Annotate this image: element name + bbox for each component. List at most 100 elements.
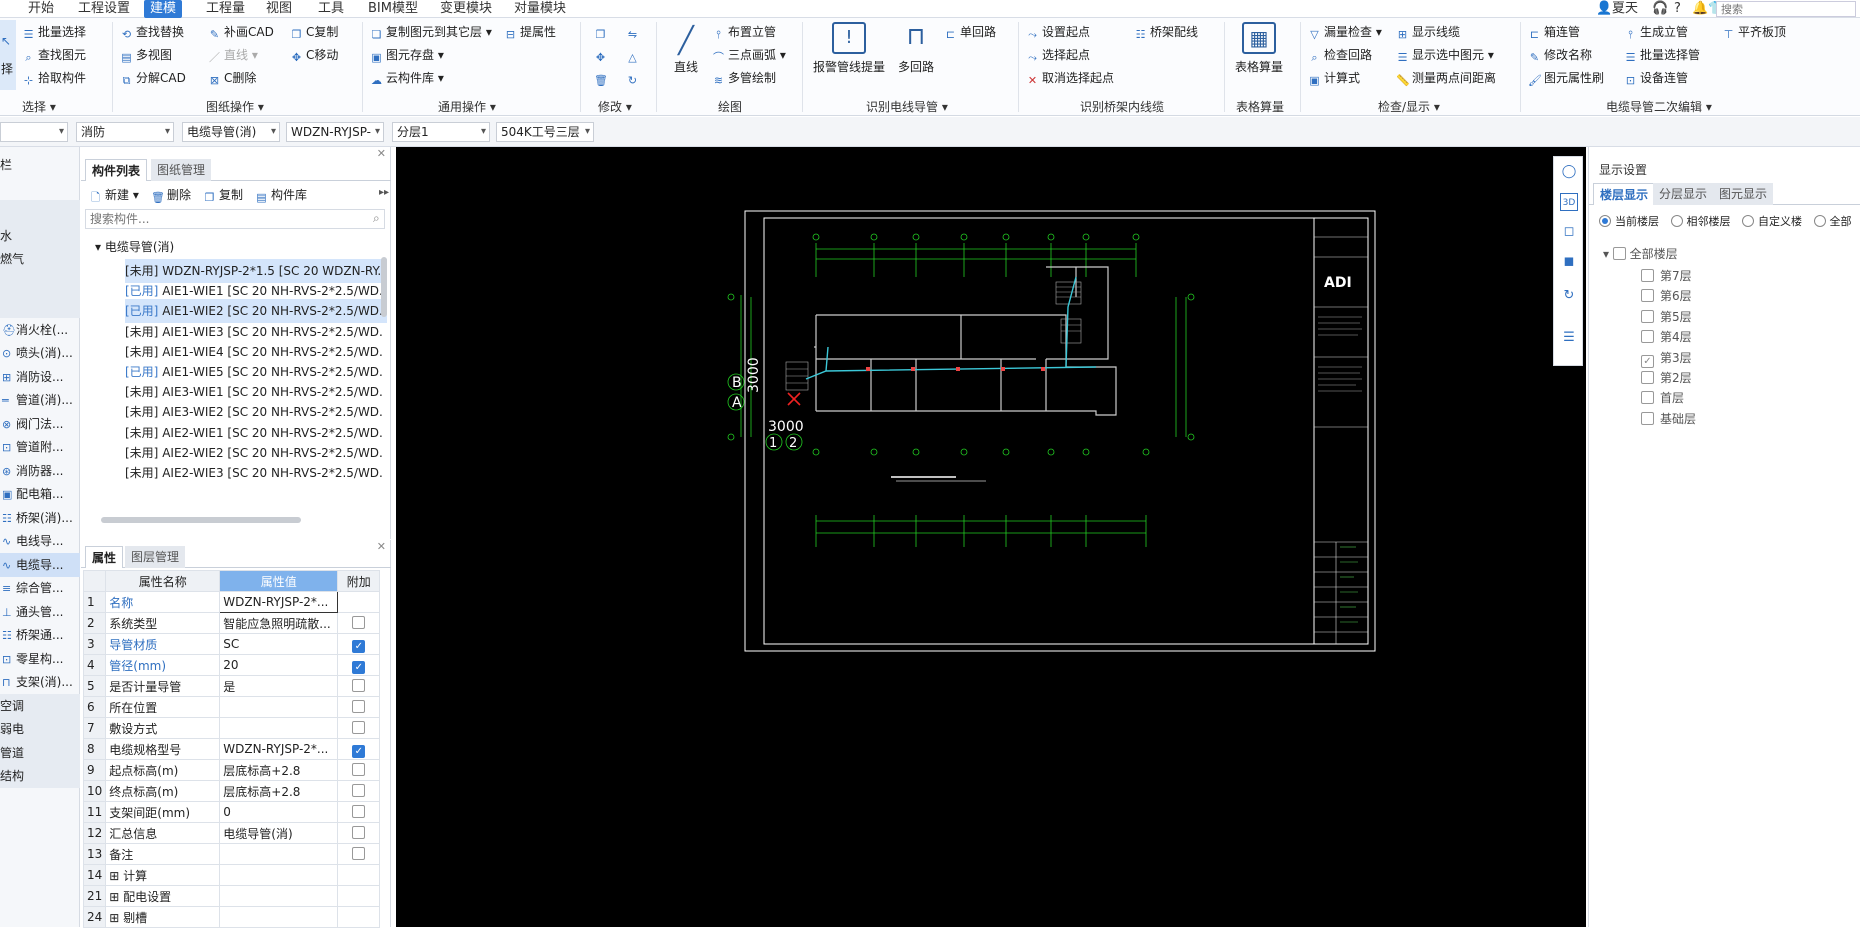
multi-pipe-button[interactable]: ≋ 多管绘制 xyxy=(712,70,776,87)
batch-select-button[interactable]: ☰ 批量选择 xyxy=(22,24,86,41)
help-icon[interactable]: ? xyxy=(1674,0,1681,18)
nav-item[interactable]: ⊥ 通头管... xyxy=(0,600,80,624)
rotate-view-icon[interactable]: ↻ xyxy=(1560,287,1578,305)
set-start-button[interactable]: ⤳ 设置起点 xyxy=(1026,24,1090,41)
extract-props-button[interactable]: ⊟ 提属性 xyxy=(504,24,556,41)
property-row[interactable]: 24 ⊞ 剔槽 xyxy=(82,906,381,928)
floor-item[interactable]: 基础层 xyxy=(1641,410,1696,427)
nav-item[interactable]: 空调 xyxy=(0,693,80,718)
headset-icon[interactable]: 🎧 xyxy=(1652,0,1668,18)
nav-item[interactable]: ⊡ 零星构... xyxy=(0,647,80,671)
menu-modeling[interactable]: 建模 xyxy=(144,0,183,18)
property-value[interactable] xyxy=(219,864,339,886)
search-input[interactable] xyxy=(1716,1,1856,17)
cube-icon[interactable]: ◻ xyxy=(1560,223,1578,241)
extra-checkbox[interactable] xyxy=(352,616,366,629)
filter-layer-select[interactable]: 分层1 xyxy=(392,122,490,142)
floor-checkbox[interactable] xyxy=(1641,289,1654,303)
nav-item[interactable]: ▣ 配电箱... xyxy=(0,482,80,506)
nav-item[interactable]: 管道 xyxy=(0,740,80,765)
multi-view-button[interactable]: ▤ 多视图 xyxy=(120,47,172,64)
menu-view[interactable]: 视图 xyxy=(266,0,292,18)
nav-item[interactable] xyxy=(0,294,80,318)
user-name[interactable]: 夏天 xyxy=(1612,0,1638,18)
nav-item[interactable]: ☷ 桥架(消)... xyxy=(0,506,80,530)
user-avatar[interactable]: 👤 xyxy=(1596,0,1612,18)
nav-item[interactable] xyxy=(0,270,80,295)
rename-button[interactable]: ✎ 修改名称 xyxy=(1528,47,1592,64)
single-loop-button[interactable]: ⊏ 单回路 xyxy=(944,24,996,41)
floor-checkbox[interactable] xyxy=(1641,411,1654,425)
pick-component-button[interactable]: ⊹ 拾取构件 xyxy=(22,70,86,87)
all-floors-node[interactable]: ▾ 全部楼层 xyxy=(1603,245,1678,262)
nav-item[interactable]: ≡ 综合管... xyxy=(0,576,80,600)
property-value[interactable]: 电缆导管(消) xyxy=(219,822,339,844)
extra-checkbox[interactable]: ✓ xyxy=(352,660,366,674)
table-quantity-button[interactable]: ▦ 表格算量 xyxy=(1230,22,1288,75)
settings-list-icon[interactable]: ☰ xyxy=(1560,329,1578,347)
tab-drawing-manage[interactable]: 图纸管理 xyxy=(151,159,212,181)
align-slab-button[interactable]: ⊤ 平齐板顶 xyxy=(1722,24,1786,41)
radio-all-floor[interactable]: 全部 xyxy=(1813,215,1852,228)
property-row[interactable]: 10 终点标高(m) 层底标高+2.8 xyxy=(82,780,381,802)
copy-component-button[interactable]: ❐ 复制 xyxy=(203,187,243,204)
tab-properties[interactable]: 属性 xyxy=(85,546,124,568)
three-point-arc-button[interactable]: ⌒ 三点画弧 ▾ xyxy=(712,47,786,64)
menu-quantity[interactable]: 工程量 xyxy=(206,0,245,18)
new-component-button[interactable]: 🗋 新建 ▾ xyxy=(89,187,139,204)
property-value[interactable]: 是 xyxy=(219,675,339,697)
menu-compare-module[interactable]: 对量模块 xyxy=(514,0,566,18)
floor-checkbox[interactable] xyxy=(1641,371,1654,384)
property-value[interactable]: SC xyxy=(219,633,339,655)
show-cable-button[interactable]: ⊞ 显示线缆 xyxy=(1396,24,1460,41)
nav-item[interactable]: ⊗ 阀门法... xyxy=(0,412,80,436)
property-value[interactable]: WDZN-RYJSP-2*... xyxy=(219,591,339,613)
menu-project-settings[interactable]: 工程设置 xyxy=(78,0,130,18)
radio-custom-floor[interactable]: 自定义楼 xyxy=(1742,215,1802,228)
nav-item[interactable]: ⊙ 喷头(消)... xyxy=(0,341,80,365)
property-value[interactable] xyxy=(219,717,339,739)
orbit-icon[interactable]: ◯ xyxy=(1560,163,1578,181)
filter-component-select[interactable]: WDZN-RYJSP- xyxy=(286,122,384,142)
nav-item[interactable]: ⛑消火栓(... xyxy=(0,318,80,342)
extra-checkbox[interactable]: ✓ xyxy=(352,639,366,653)
extra-checkbox[interactable] xyxy=(352,679,366,692)
property-row[interactable]: 8 电缆规格型号 WDZN-RYJSP-2*... ✓ xyxy=(82,738,381,760)
place-riser-button[interactable]: ⫯ 布置立管 xyxy=(712,24,776,41)
device-connect-button[interactable]: ⊡ 设备连管 xyxy=(1624,70,1688,87)
filter-drawing-select[interactable]: 504K工号三层 xyxy=(496,122,594,142)
extra-checkbox[interactable] xyxy=(352,847,366,860)
property-value[interactable]: 层底标高+2.8 xyxy=(219,780,339,802)
property-row[interactable]: 2 系统类型 智能应急照明疏散... xyxy=(82,612,381,634)
property-row[interactable]: 5 是否计量导管是 xyxy=(82,675,381,697)
nav-item[interactable]: ⊓ 支架(消)... xyxy=(0,670,80,694)
floor-checkbox[interactable] xyxy=(1641,309,1654,323)
menu-tools[interactable]: 工具 xyxy=(318,0,344,18)
filter-system-select[interactable]: 消防 xyxy=(76,122,174,142)
property-row[interactable]: 11 支架间距(mm) 0 xyxy=(82,801,381,823)
nav-item[interactable]: 水 xyxy=(0,223,80,248)
property-row[interactable]: 9 起点标高(m) 层底标高+2.8 xyxy=(82,759,381,781)
copy-to-layer-button[interactable]: ❏ 复制图元到其它层 ▾ xyxy=(370,24,492,41)
modify-move-button[interactable]: ✥ xyxy=(594,47,610,64)
delete-component-button[interactable]: 🗑 删除 xyxy=(151,187,191,204)
menu-change-module[interactable]: 变更模块 xyxy=(440,0,492,18)
modify-mirror-button[interactable]: ⇋ xyxy=(626,24,642,41)
floor-item[interactable]: 第5层 xyxy=(1641,308,1692,325)
fill-cad-button[interactable]: ✎ 补画CAD xyxy=(208,24,274,41)
property-value[interactable] xyxy=(219,885,339,907)
check-loop-button[interactable]: ⌕ 检查回路 xyxy=(1308,47,1372,64)
all-floors-checkbox[interactable] xyxy=(1612,247,1626,260)
alarm-line-button[interactable]: ! 报警管线提量 xyxy=(812,22,886,75)
menu-start[interactable]: 开始 xyxy=(28,0,54,18)
extra-checkbox[interactable] xyxy=(352,784,366,797)
gen-riser-button[interactable]: ⫯ 生成立管 xyxy=(1624,24,1688,41)
nav-item[interactable]: ⊞ 消防设... xyxy=(0,365,80,389)
nav-item[interactable]: ⊛ 消防器... xyxy=(0,459,80,483)
property-value[interactable]: 智能应急照明疏散... xyxy=(219,612,339,634)
radio-adjacent-floor[interactable]: 相邻楼层 xyxy=(1670,215,1731,228)
property-value[interactable] xyxy=(219,696,339,718)
view-3d-icon[interactable]: 3D xyxy=(1560,193,1578,211)
cancel-start-button[interactable]: ✕ 取消选择起点 xyxy=(1026,70,1114,87)
nav-item[interactable]: ⊡ 管道附... xyxy=(0,435,80,459)
